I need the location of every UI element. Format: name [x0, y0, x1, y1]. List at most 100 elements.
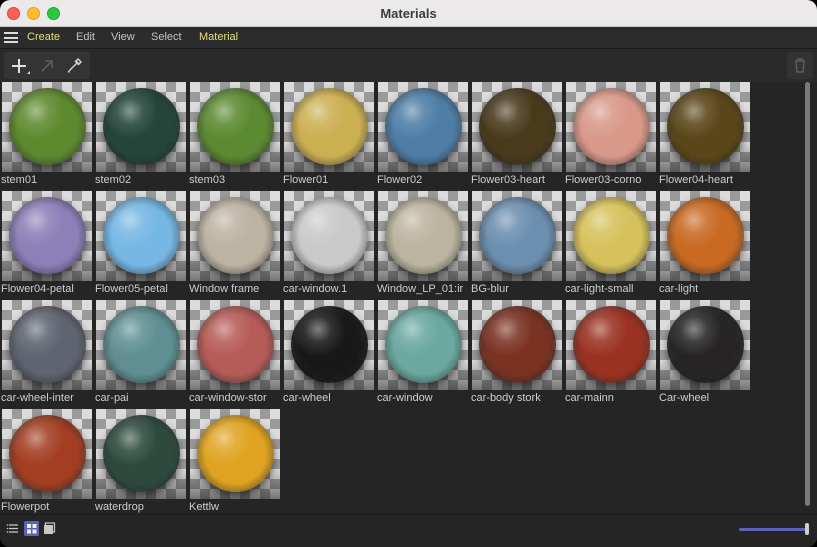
material-sphere [667, 197, 744, 274]
material-tile[interactable]: Flower01 [282, 82, 374, 191]
menu-bar: Create Edit View Select Material [0, 27, 817, 49]
menu-view[interactable]: View [111, 31, 135, 43]
material-tile[interactable]: stem02 [94, 82, 186, 191]
material-tile[interactable]: car-window.1 [282, 191, 374, 300]
material-label: stem03 [189, 174, 226, 186]
tool-group [4, 52, 90, 79]
material-preview[interactable] [2, 82, 92, 172]
material-label: Flower04-heart [659, 174, 733, 186]
material-label: car-mainn [565, 392, 614, 404]
material-preview[interactable] [566, 300, 656, 390]
material-tile[interactable]: Car-wheel [658, 300, 750, 409]
scroll-thumb[interactable] [805, 82, 810, 506]
menu-create[interactable]: Create [27, 31, 60, 43]
material-sphere [291, 88, 368, 165]
material-tile[interactable]: car-pai [94, 300, 186, 409]
material-sphere [573, 197, 650, 274]
material-preview[interactable] [472, 300, 562, 390]
material-preview[interactable] [472, 191, 562, 281]
zoom-slider[interactable] [739, 528, 807, 531]
vertical-scrollbar[interactable] [805, 82, 810, 506]
material-label: Flower05-petal [95, 283, 168, 295]
material-tile[interactable]: car-light [658, 191, 750, 300]
material-tile[interactable]: car-window-stor [188, 300, 280, 409]
material-tile[interactable]: car-wheel [282, 300, 374, 409]
hamburger-menu-icon[interactable] [4, 32, 18, 43]
material-tile[interactable]: waterdrop [94, 409, 186, 514]
material-label: car-light-small [565, 283, 634, 295]
material-tile[interactable]: Window_LP_01:ir [376, 191, 468, 300]
material-tile[interactable]: stem01 [0, 82, 92, 191]
menu-select[interactable]: Select [151, 31, 182, 43]
material-preview[interactable] [190, 82, 280, 172]
material-preview[interactable] [96, 300, 186, 390]
material-tile[interactable]: BG-blur [470, 191, 562, 300]
material-preview[interactable] [96, 82, 186, 172]
material-grid: stem01 stem02 stem03 Flower01 Flower02 Flower… [0, 82, 800, 514]
material-preview[interactable] [190, 191, 280, 281]
material-sphere [479, 88, 556, 165]
material-tile[interactable]: Window frame [188, 191, 280, 300]
material-sphere [291, 197, 368, 274]
material-preview[interactable] [2, 409, 92, 499]
toolbar [0, 49, 817, 82]
material-preview[interactable] [96, 409, 186, 499]
material-preview[interactable] [566, 191, 656, 281]
material-tile[interactable]: Flower04-petal [0, 191, 92, 300]
material-tile[interactable]: Flowerpot [0, 409, 92, 514]
material-preview[interactable] [660, 300, 750, 390]
material-tile[interactable]: Flower04-heart [658, 82, 750, 191]
material-preview[interactable] [378, 191, 468, 281]
material-tile[interactable]: car-mainn [564, 300, 656, 409]
material-sphere [385, 88, 462, 165]
grid-view-icon[interactable] [24, 521, 39, 536]
material-label: Car-wheel [659, 392, 710, 404]
material-preview[interactable] [660, 82, 750, 172]
add-icon[interactable] [7, 54, 31, 78]
material-tile[interactable]: Flower03-heart [470, 82, 562, 191]
zoom-slider-handle[interactable] [805, 523, 809, 535]
status-bar [0, 514, 817, 547]
material-preview[interactable] [284, 82, 374, 172]
material-sphere [667, 88, 744, 165]
material-label: Flower04-petal [1, 283, 74, 295]
material-preview[interactable] [378, 82, 468, 172]
material-preview[interactable] [284, 300, 374, 390]
list-view-icon[interactable] [6, 521, 21, 536]
material-tile[interactable]: Flower03-corno [564, 82, 656, 191]
material-label: car-window-stor [189, 392, 267, 404]
material-preview[interactable] [472, 82, 562, 172]
material-sphere [103, 88, 180, 165]
material-tile[interactable]: Flower05-petal [94, 191, 186, 300]
material-tile[interactable]: Flower02 [376, 82, 468, 191]
material-preview[interactable] [2, 300, 92, 390]
link-arrow-icon[interactable] [35, 54, 59, 78]
material-label: car-wheel [283, 392, 331, 404]
material-tile[interactable]: car-body stork [470, 300, 562, 409]
material-preview[interactable] [190, 300, 280, 390]
material-preview[interactable] [190, 409, 280, 499]
eyedropper-icon[interactable] [62, 54, 86, 78]
material-tile[interactable]: Kettlw [188, 409, 280, 514]
material-tile[interactable]: stem03 [188, 82, 280, 191]
material-label: Flower02 [377, 174, 423, 186]
menu-material[interactable]: Material [199, 31, 238, 43]
material-tile[interactable]: car-light-small [564, 191, 656, 300]
material-sphere [197, 88, 274, 165]
material-preview[interactable] [96, 191, 186, 281]
trash-icon[interactable] [787, 52, 813, 79]
material-preview[interactable] [566, 82, 656, 172]
title-bar: Materials [0, 0, 817, 27]
material-preview[interactable] [284, 191, 374, 281]
material-preview[interactable] [378, 300, 468, 390]
menu-edit[interactable]: Edit [76, 31, 95, 43]
material-tile[interactable]: car-wheel-inter [0, 300, 92, 409]
material-sphere [9, 306, 86, 383]
material-label: stem02 [95, 174, 132, 186]
material-preview[interactable] [660, 191, 750, 281]
material-tile[interactable]: car-window [376, 300, 468, 409]
material-preview[interactable] [2, 191, 92, 281]
material-sphere [9, 415, 86, 492]
large-view-icon[interactable] [42, 521, 57, 536]
material-label: car-pai [95, 392, 129, 404]
